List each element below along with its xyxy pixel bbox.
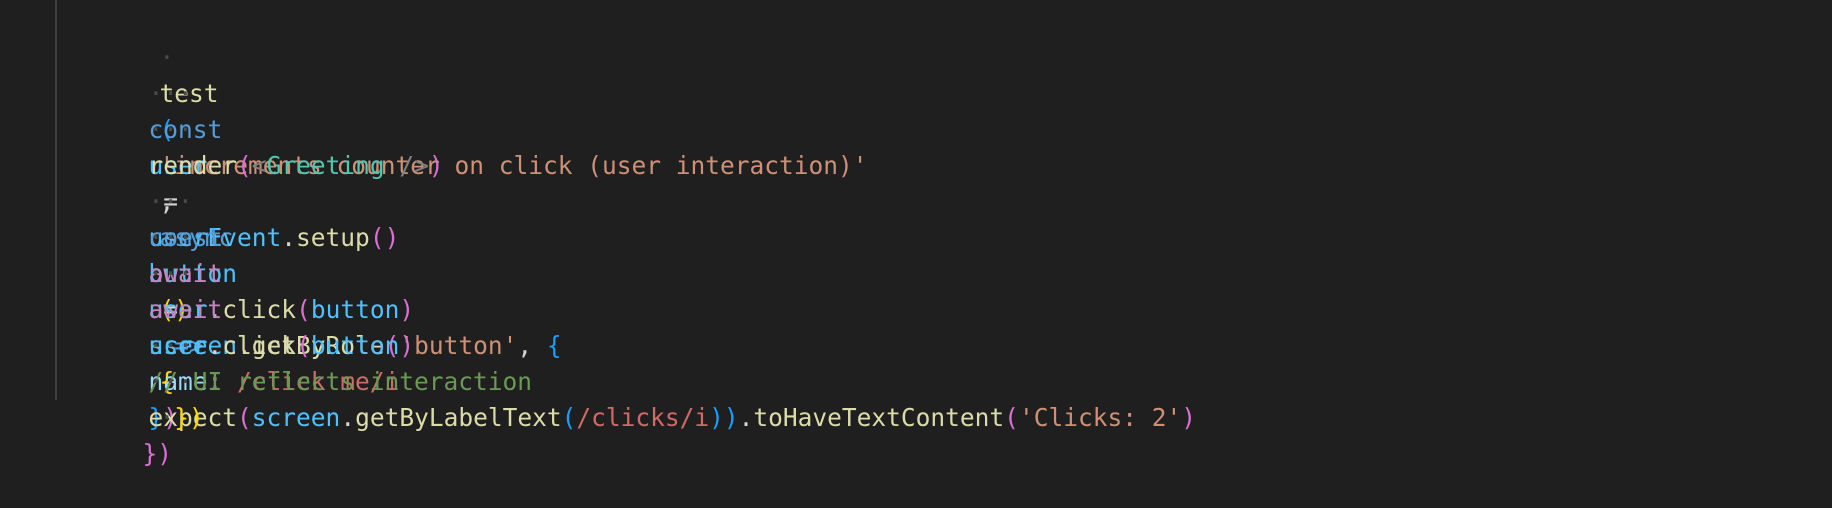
code-line[interactable]: ··· expect(screen.getByLabelText(/clicks… xyxy=(0,328,1832,432)
code-line[interactable]: }) xyxy=(0,400,1832,468)
code-area[interactable]: · test ( 'increments counter on click (u… xyxy=(0,4,1832,468)
bracket: }) xyxy=(142,439,173,468)
code-editor[interactable]: · test ( 'increments counter on click (u… xyxy=(0,0,1832,468)
code-line[interactable]: ··· const user = userEvent.setup() xyxy=(0,40,1832,252)
code-line[interactable]: ··· // UI reflects interaction xyxy=(0,292,1832,396)
code-line[interactable]: ··· await user.click(button) xyxy=(0,184,1832,324)
code-line[interactable]: · test ( 'increments counter on click (u… xyxy=(0,4,1832,396)
code-line[interactable] xyxy=(0,256,1832,292)
code-line[interactable]: ··· render(<Greeting />) xyxy=(0,76,1832,180)
code-line[interactable]: ·}) xyxy=(0,364,1832,432)
code-line[interactable] xyxy=(0,112,1832,148)
code-line[interactable]: ··· const button = screen.getByRole('but… xyxy=(0,148,1832,432)
code-line[interactable]: ··· await user.click(button) xyxy=(0,220,1832,360)
